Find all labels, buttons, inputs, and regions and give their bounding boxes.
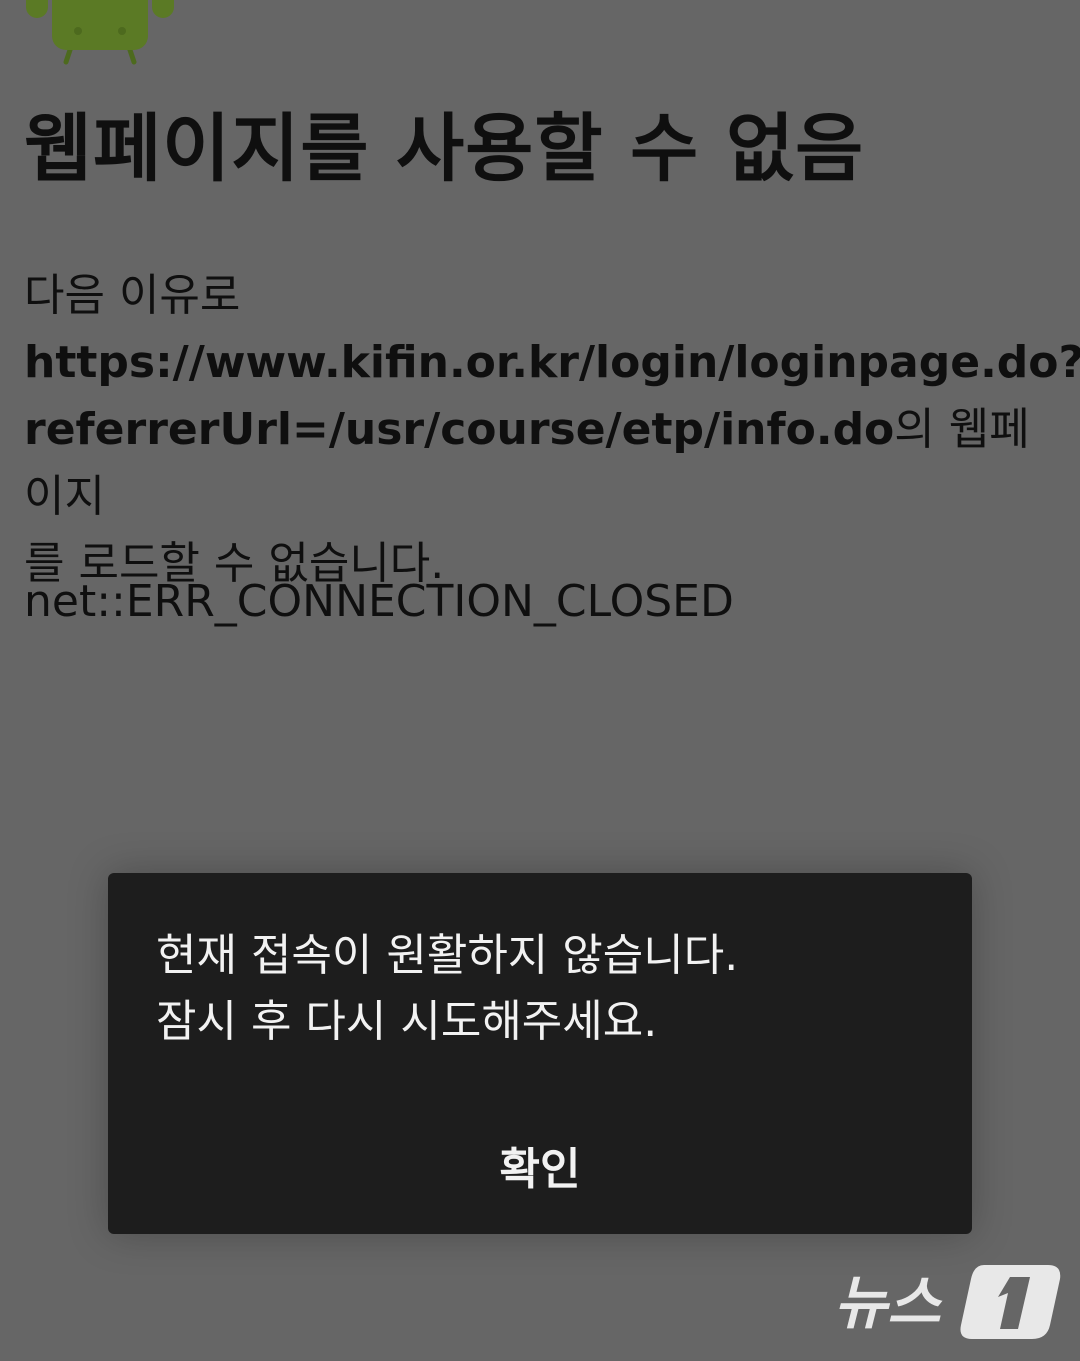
svg-text:뉴스: 뉴스 [834, 1269, 943, 1337]
webview-error-page: 웹페이지를 사용할 수 없음 다음 이유로 https://www.kifin.… [0, 0, 1080, 1361]
ok-button[interactable]: 확인 [108, 1129, 972, 1201]
alert-dialog: 현재 접속이 원활하지 않습니다. 잠시 후 다시 시도해주세요. 확인 [108, 873, 972, 1234]
error-description: 다음 이유로 https://www.kifin.or.kr/login/log… [24, 262, 1080, 597]
news1-logo: 뉴스 [834, 1259, 1064, 1345]
news1-logo-graphic: 뉴스 [834, 1265, 1061, 1339]
reason-prefix: 다음 이유로 [24, 270, 241, 321]
page-title: 웹페이지를 사용할 수 없음 [24, 106, 865, 192]
android-robot-icon [26, 0, 174, 65]
dialog-message-line2: 잠시 후 다시 시도해주세요. [156, 996, 658, 1047]
error-code: net::ERR_CONNECTION_CLOSED [24, 576, 734, 627]
dialog-message: 현재 접속이 원활하지 않습니다. 잠시 후 다시 시도해주세요. [156, 923, 936, 1055]
dialog-message-line1: 현재 접속이 원활하지 않습니다. [156, 930, 739, 981]
